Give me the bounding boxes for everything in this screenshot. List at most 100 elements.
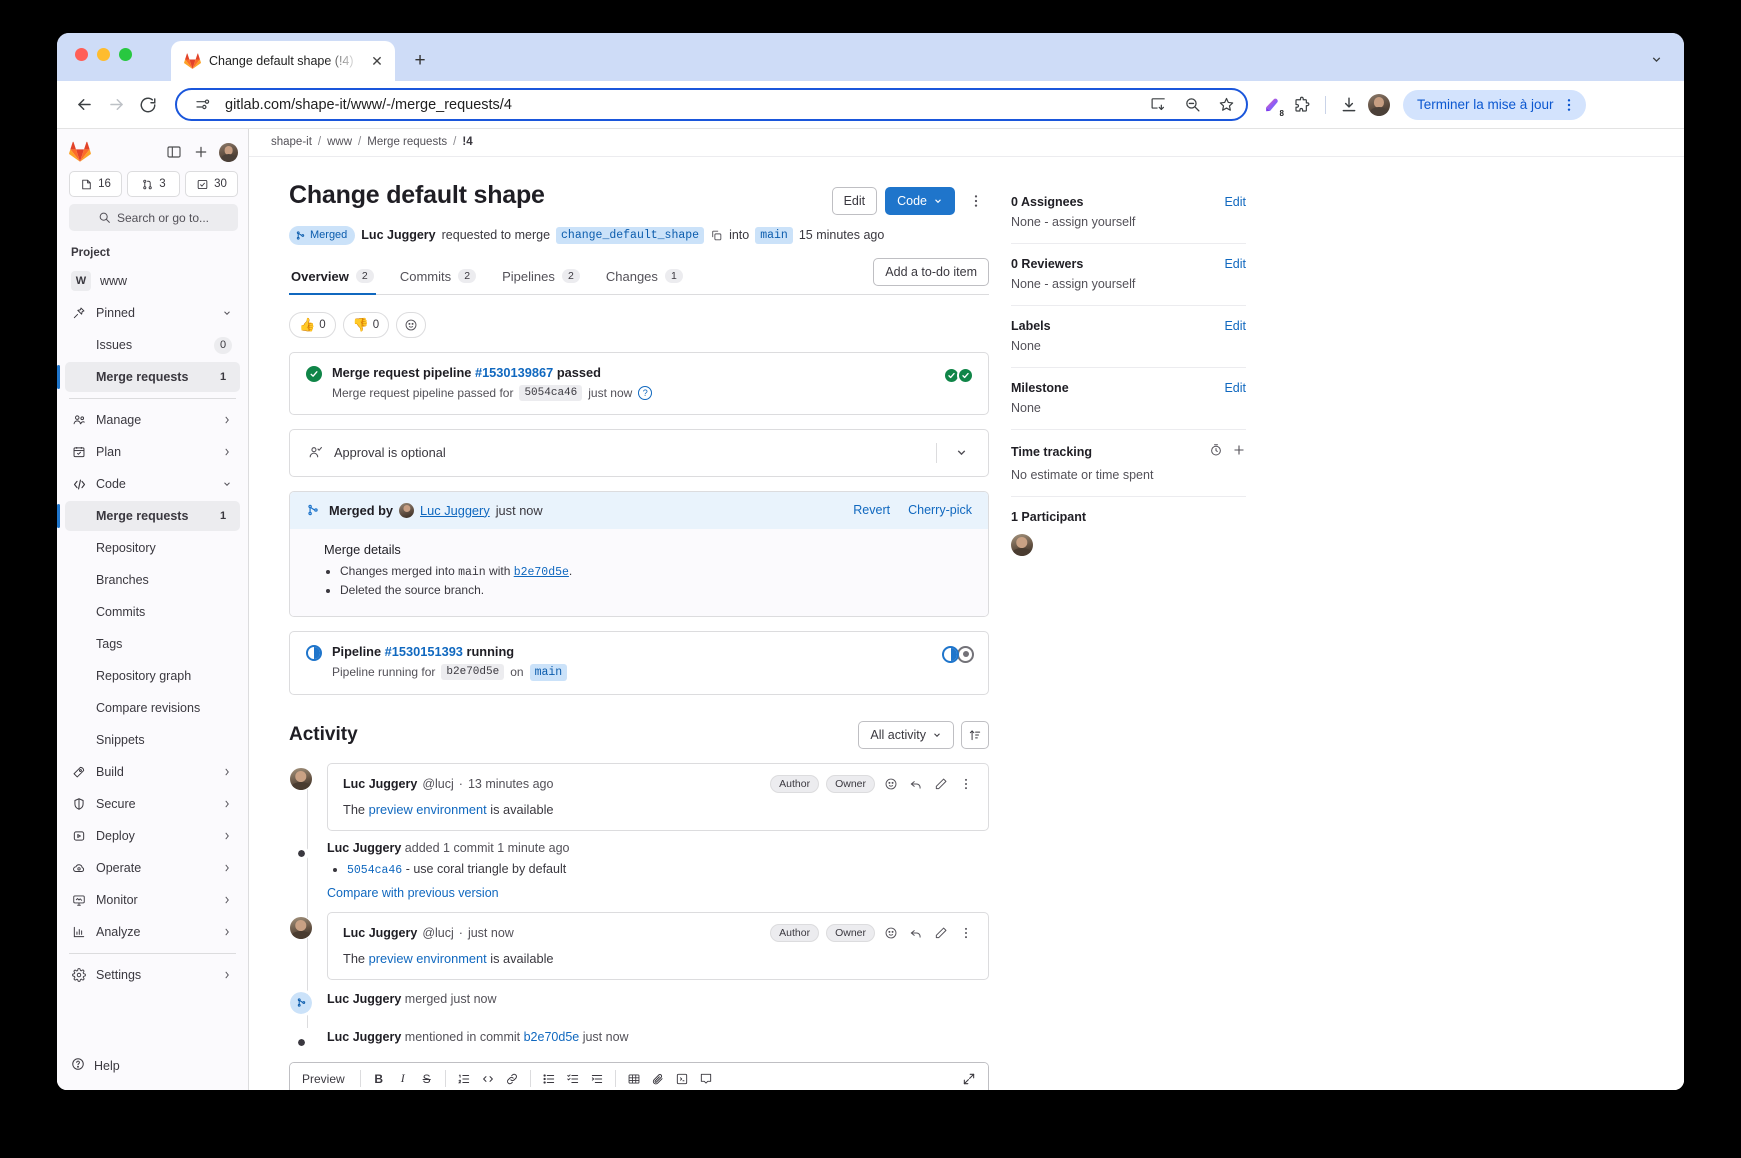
reply-icon[interactable] [907,924,925,942]
pipeline-sha-chip[interactable]: b2e70d5e [441,664,505,681]
plus-icon[interactable] [1232,443,1246,462]
close-tab-button[interactable]: ✕ [367,51,387,71]
new-tab-button[interactable]: + [406,47,434,75]
profile-update-button[interactable]: Terminer la mise à jour [1403,89,1586,120]
preview-environment-link[interactable]: preview environment [369,802,487,817]
site-settings-icon[interactable] [191,93,215,117]
tab-overview[interactable]: Overview 2 [289,263,376,295]
note-handle[interactable]: @lucj [422,926,453,940]
breadcrumb-item-merge-requests[interactable]: Merge requests [367,136,447,148]
breadcrumb-item-project[interactable]: www [327,136,352,148]
reload-icon[interactable] [133,90,163,120]
sidebar-user-avatar[interactable] [219,142,238,162]
preview-tab[interactable]: Preview [300,1072,353,1086]
assignees-value[interactable]: None - assign yourself [1011,215,1246,229]
sidebar-item-operate[interactable]: Operate [65,853,240,883]
pipeline-stage-icon[interactable] [957,366,974,384]
pipeline-branch-chip[interactable]: main [529,663,568,681]
reviewers-value[interactable]: None - assign yourself [1011,277,1246,291]
attachment-icon[interactable] [647,1068,669,1090]
sidebar-toggle-icon[interactable] [165,143,183,161]
avatar[interactable] [289,915,313,940]
breadcrumb-item-current[interactable]: !4 [462,136,472,148]
zoom-out-icon[interactable] [1180,93,1204,117]
compare-previous-version-link[interactable]: Compare with previous version [327,886,989,900]
sidebar-item-repository-graph[interactable]: Repository graph [65,661,240,691]
cherry-pick-button[interactable]: Cherry-pick [908,503,972,517]
mention-sha-link[interactable]: b2e70d5e [524,1030,580,1044]
more-actions-button[interactable] [963,187,989,215]
event-author[interactable]: Luc Juggery [327,1030,401,1044]
maximize-window-button[interactable] [119,48,132,61]
milestone-edit-link[interactable]: Edit [1224,381,1246,395]
sidebar-item-issues[interactable]: Issues 0 [65,330,240,360]
sidebar-item-repository[interactable]: Repository [65,533,240,563]
note-author[interactable]: Luc Juggery [343,926,417,940]
approval-expand-button[interactable] [948,446,974,459]
search-input[interactable]: Search or go to... [69,204,238,231]
fullscreen-icon[interactable] [958,1068,980,1090]
comment-template-icon[interactable] [695,1068,717,1090]
assignees-edit-link[interactable]: Edit [1224,195,1246,209]
thumbs-up-reaction[interactable]: 👍 0 [289,311,336,338]
emoji-icon[interactable] [882,775,900,793]
checklist-icon[interactable] [562,1068,584,1090]
labels-edit-link[interactable]: Edit [1224,319,1246,333]
edit-icon[interactable] [932,775,950,793]
counter-issues[interactable]: 16 [69,171,122,197]
gitlab-logo-icon[interactable] [69,141,91,163]
ai-extension-icon[interactable]: 8 [1258,91,1286,119]
browser-profile-avatar[interactable] [1365,91,1393,119]
tab-pipelines[interactable]: Pipelines 2 [500,263,582,294]
sidebar-item-code[interactable]: Code [65,469,240,499]
link-icon[interactable] [501,1068,523,1090]
preview-environment-link[interactable]: preview environment [369,951,487,966]
counter-todos[interactable]: 30 [185,171,238,197]
event-author[interactable]: Luc Juggery [327,992,401,1006]
edit-button[interactable]: Edit [831,186,878,215]
copy-branch-icon[interactable] [710,229,723,242]
minimize-window-button[interactable] [97,48,110,61]
sidebar-item-analyze[interactable]: Analyze [65,917,240,947]
close-window-button[interactable] [75,48,88,61]
extensions-puzzle-icon[interactable] [1288,91,1316,119]
sidebar-item-monitor[interactable]: Monitor [65,885,240,915]
sidebar-item-merge-requests-pinned[interactable]: Merge requests 1 [57,362,240,392]
sidebar-item-merge-requests[interactable]: Merge requests 1 [57,501,240,531]
reply-icon[interactable] [907,775,925,793]
event-author[interactable]: Luc Juggery [327,841,401,855]
sidebar-item-project[interactable]: W www [65,266,240,296]
thumbs-down-reaction[interactable]: 👎 0 [342,311,390,338]
browser-tab[interactable]: Change default shape (!4) · M ✕ [171,41,395,81]
note-author[interactable]: Luc Juggery [343,777,417,791]
pipeline-sha-chip[interactable]: 5054ca46 [519,384,583,401]
participant-avatar[interactable] [1011,533,1033,556]
add-reaction-button[interactable] [396,311,427,338]
pipeline-stage-icon[interactable] [957,645,974,663]
emoji-icon[interactable] [882,924,900,942]
suggestion-icon[interactable] [671,1068,693,1090]
merged-by-author-link[interactable]: Luc Juggery [420,503,490,518]
merge-detail-sha-link[interactable]: b2e70d5e [514,566,569,579]
commit-sha-link[interactable]: 5054ca46 [347,864,402,877]
strikethrough-icon[interactable]: S [416,1068,438,1090]
activity-sort-button[interactable] [961,720,989,749]
code-icon[interactable] [477,1068,499,1090]
sidebar-item-build[interactable]: Build [65,757,240,787]
counter-merge-requests[interactable]: 3 [127,171,180,197]
avatar[interactable] [289,766,313,791]
numbered-list-icon[interactable] [453,1068,475,1090]
sidebar-item-secure[interactable]: Secure [65,789,240,819]
table-icon[interactable] [623,1068,645,1090]
address-bar[interactable]: gitlab.com/shape-it/www/-/merge_requests… [175,88,1248,121]
more-icon[interactable] [957,924,975,942]
sidebar-item-manage[interactable]: Manage [65,405,240,435]
activity-filter-button[interactable]: All activity [858,720,954,749]
sidebar-item-tags[interactable]: Tags [65,629,240,659]
tab-changes[interactable]: Changes 1 [604,263,685,294]
forward-arrow-icon[interactable] [101,90,131,120]
add-todo-button[interactable]: Add a to-do item [873,257,989,286]
help-circle-icon[interactable]: ? [638,385,653,400]
sidebar-item-pinned[interactable]: Pinned [65,298,240,328]
install-app-icon[interactable] [1146,93,1170,117]
